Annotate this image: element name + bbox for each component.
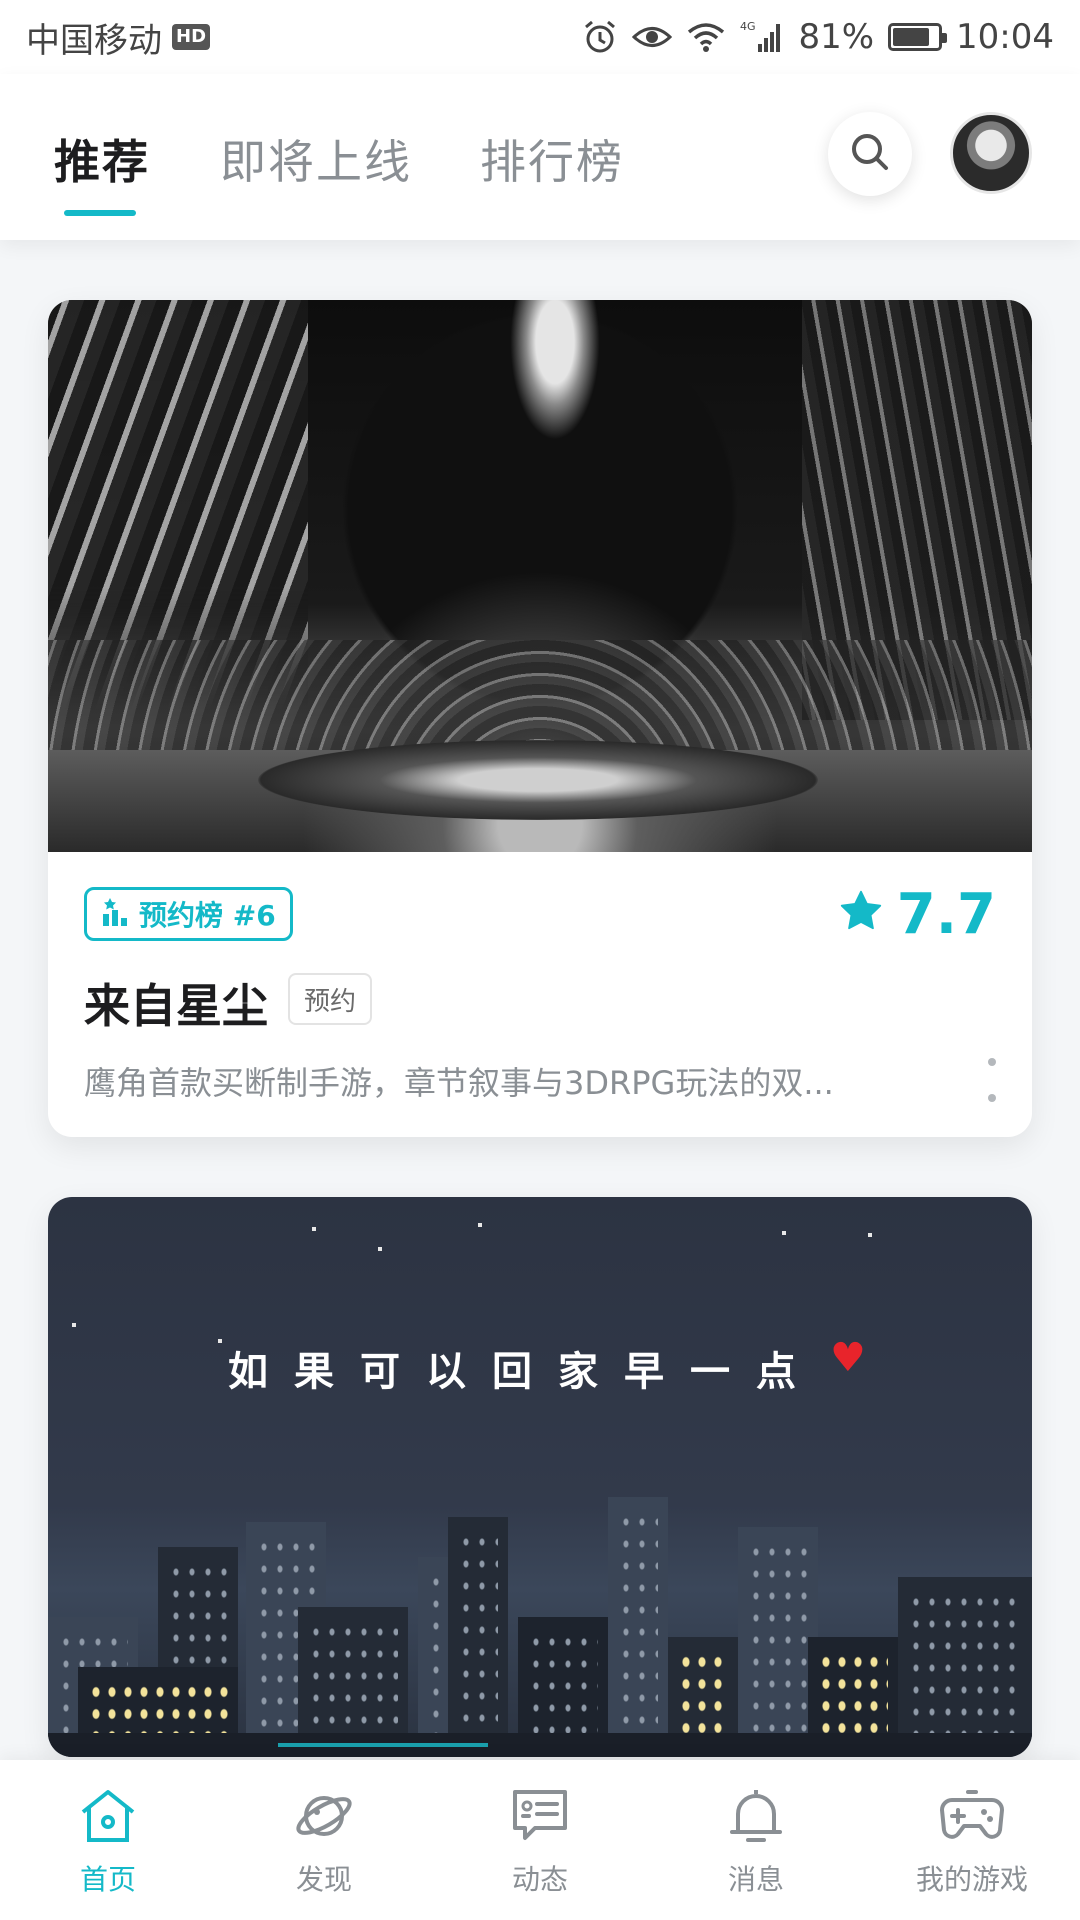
banner-arches — [48, 640, 1032, 750]
wifi-icon — [686, 21, 726, 53]
bell-icon — [721, 1784, 791, 1848]
nav-messages-label: 消息 — [727, 1863, 784, 1896]
building-windows — [308, 1621, 398, 1737]
nav-feed-label: 动态 — [511, 1863, 568, 1896]
nav-discover-label: 发现 — [295, 1863, 352, 1896]
nav-messages[interactable]: 消息 — [666, 1784, 846, 1898]
star-decoration — [312, 1227, 316, 1231]
game-banner-image[interactable]: 如果可以回家早一点 ♥ — [48, 1197, 1032, 1757]
building — [738, 1527, 818, 1757]
more-dots-icon — [988, 1058, 996, 1066]
cellular-signal-icon: 4G — [740, 20, 784, 54]
user-avatar[interactable] — [950, 112, 1032, 194]
building — [608, 1497, 668, 1757]
search-icon — [848, 130, 892, 178]
building-windows — [818, 1651, 888, 1737]
star-decoration — [478, 1223, 482, 1227]
banner-platform — [258, 740, 818, 820]
banner-pixel-title: 如果可以回家早一点 — [228, 1349, 822, 1395]
battery-percent: 81% — [798, 17, 875, 57]
status-bar-right: 4G 81% 10:04 — [582, 17, 1054, 57]
game-description: 鹰角首款买断制手游，章节叙事与3DRPG玩法的双... — [84, 1064, 834, 1102]
nav-home-label: 首页 — [79, 1863, 136, 1896]
ranking-badge-label: 预约榜 #6 — [139, 899, 276, 932]
nav-my-games[interactable]: 我的游戏 — [882, 1784, 1062, 1898]
nav-my-games-label: 我的游戏 — [915, 1863, 1028, 1896]
building-windows — [618, 1511, 658, 1737]
search-button[interactable] — [828, 112, 912, 196]
ranking-icon — [101, 896, 129, 933]
building-windows — [678, 1651, 728, 1737]
feed-chat-icon — [505, 1784, 575, 1848]
progress-bar — [278, 1743, 488, 1747]
game-card-info: 预约榜 #6 7.7 来自星尘 预约 鹰角首款买断制手游，章节叙事与3DRPG玩… — [48, 852, 1032, 1137]
home-icon — [73, 1784, 143, 1848]
top-tab-bar: 推荐 即将上线 排行榜 — [0, 74, 1080, 240]
status-bar-left: 中国移动 HD — [26, 13, 211, 62]
game-banner-image[interactable] — [48, 300, 1032, 852]
clock-time: 10:04 — [956, 17, 1054, 57]
reserve-tag: 预约 — [288, 973, 373, 1025]
building-windows — [748, 1541, 808, 1737]
nav-home[interactable]: 首页 — [18, 1784, 198, 1898]
star-decoration — [72, 1323, 76, 1327]
rating-value: 7.7 — [896, 882, 996, 947]
building — [448, 1517, 508, 1757]
nav-feed[interactable]: 动态 — [450, 1784, 630, 1898]
planet-icon — [289, 1784, 359, 1848]
game-card[interactable]: 如果可以回家早一点 ♥ — [48, 1197, 1032, 1757]
status-bar: 中国移动 HD 4G 81% 10:04 — [0, 0, 1080, 74]
building-windows — [458, 1531, 498, 1737]
bottom-tab-bar: 首页 发现 动态 消息 我的游戏 — [0, 1760, 1080, 1920]
svg-text:4G: 4G — [740, 20, 756, 33]
tab-ranking[interactable]: 排行榜 — [480, 126, 624, 192]
more-options-button[interactable] — [982, 1058, 1002, 1102]
carrier-name: 中国移动 — [26, 20, 162, 61]
star-decoration — [218, 1339, 222, 1343]
nav-discover[interactable]: 发现 — [234, 1784, 414, 1898]
tab-recommend[interactable]: 推荐 — [54, 126, 150, 192]
hd-badge: HD — [172, 24, 211, 50]
tab-upcoming[interactable]: 即将上线 — [220, 126, 412, 192]
game-rating: 7.7 — [839, 882, 996, 947]
star-icon — [839, 882, 883, 947]
gamepad-icon — [937, 1784, 1007, 1848]
ranking-badge[interactable]: 预约榜 #6 — [84, 887, 293, 941]
city-skyline — [48, 1457, 1032, 1757]
banner-smoke — [510, 300, 600, 440]
star-decoration — [378, 1247, 382, 1251]
building-windows — [528, 1631, 598, 1737]
street-ground — [48, 1733, 1032, 1757]
building-windows — [908, 1591, 1022, 1737]
building — [898, 1577, 1032, 1757]
alarm-icon — [582, 19, 618, 55]
eye-comfort-icon — [632, 22, 673, 52]
game-card[interactable]: 预约榜 #6 7.7 来自星尘 预约 鹰角首款买断制手游，章节叙事与3DRPG玩… — [48, 300, 1032, 1137]
more-dot — [988, 1094, 996, 1102]
building-windows — [88, 1681, 228, 1737]
active-tab-indicator — [64, 210, 136, 216]
heart-icon: ♥ — [830, 1335, 866, 1381]
battery-icon — [888, 23, 948, 51]
star-decoration — [868, 1233, 872, 1237]
star-decoration — [782, 1231, 786, 1235]
game-title[interactable]: 来自星尘 — [84, 970, 268, 1036]
